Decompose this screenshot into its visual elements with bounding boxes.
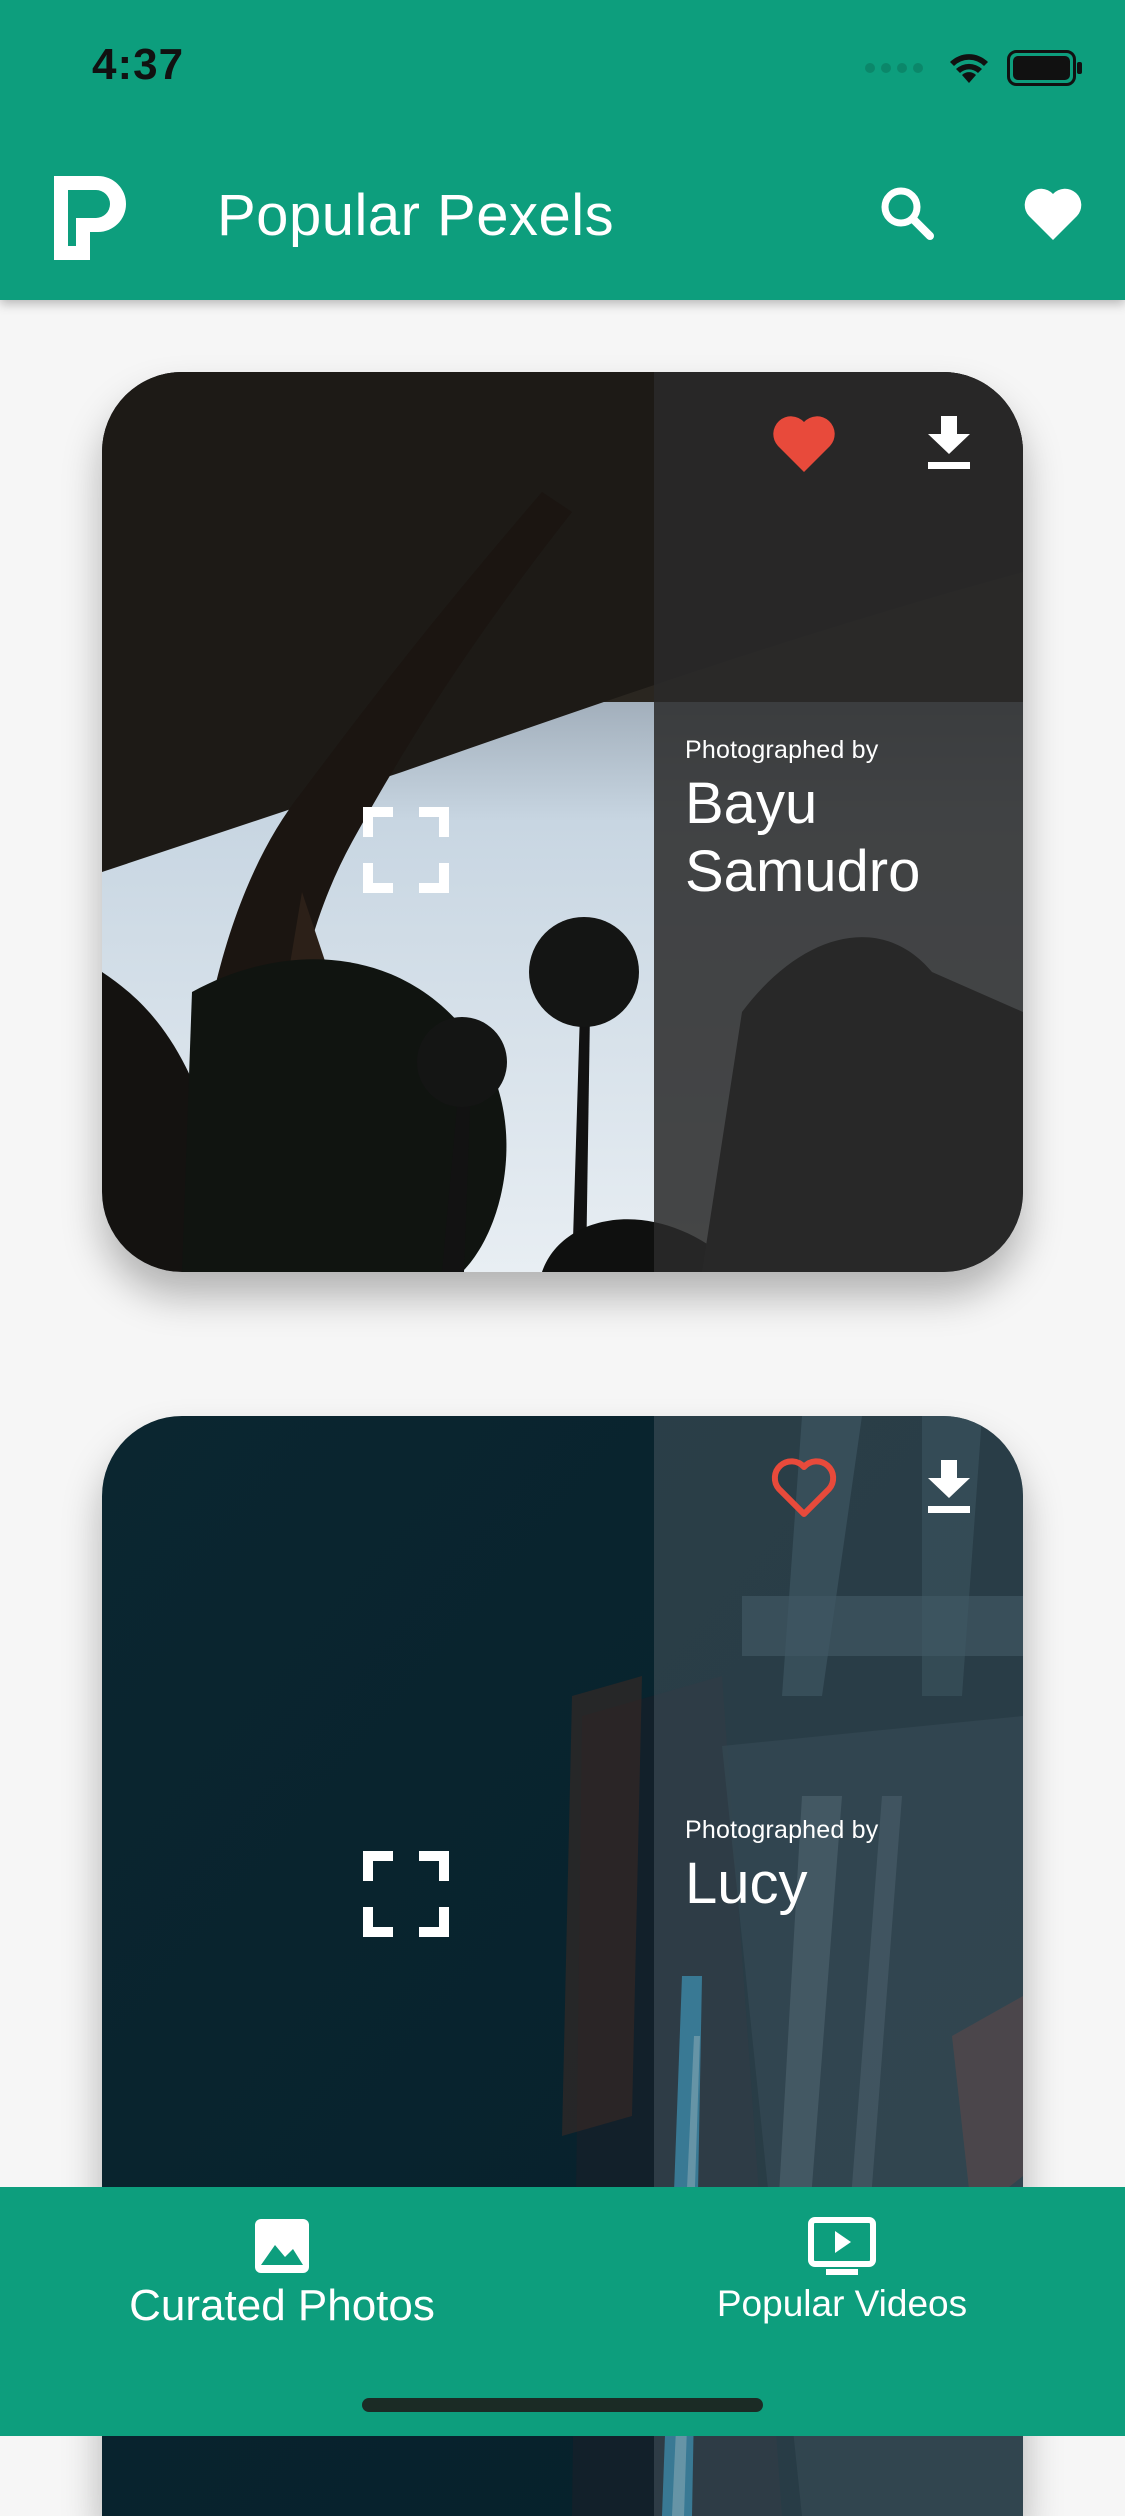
search-button[interactable]: [872, 178, 942, 248]
nav-item-popular-videos[interactable]: Popular Videos: [662, 2217, 1022, 2325]
page-title: Popular Pexels: [217, 183, 615, 248]
nav-item-curated-photos[interactable]: Curated Photos: [102, 2217, 462, 2331]
app-bar: 4:37 Popular Pexels: [0, 0, 1125, 300]
favorites-button[interactable]: [1018, 178, 1088, 248]
nav-label: Curated Photos: [129, 2281, 435, 2330]
search-icon: [881, 187, 934, 240]
photographer-name: Bayu Samudro: [685, 771, 921, 904]
heart-icon: [1024, 188, 1082, 240]
download-icon[interactable]: [926, 414, 972, 470]
video-icon: [808, 2217, 876, 2275]
photographed-by-label: Photographed by: [685, 736, 879, 764]
fullscreen-icon[interactable]: [361, 805, 451, 895]
status-time: 4:37: [92, 40, 185, 89]
nav-label: Popular Videos: [716, 2283, 968, 2324]
pexels-logo-icon: [54, 176, 126, 260]
home-indicator[interactable]: [362, 2398, 763, 2412]
photographer-name: Lucy: [685, 1851, 808, 1916]
fullscreen-icon[interactable]: [361, 1849, 451, 1939]
status-icons: [865, 48, 1083, 88]
photo-card[interactable]: Photographed by Bayu Samudro: [102, 372, 1023, 1272]
photographed-by-label: Photographed by: [685, 1816, 879, 1844]
cellular-signal-icon: [865, 63, 923, 73]
battery-icon: [1007, 50, 1082, 86]
wifi-icon: [950, 54, 988, 83]
download-icon[interactable]: [926, 1458, 972, 1514]
heart-outline-icon[interactable]: [770, 1456, 838, 1520]
image-icon: [255, 2219, 309, 2273]
heart-filled-icon[interactable]: [770, 412, 838, 476]
